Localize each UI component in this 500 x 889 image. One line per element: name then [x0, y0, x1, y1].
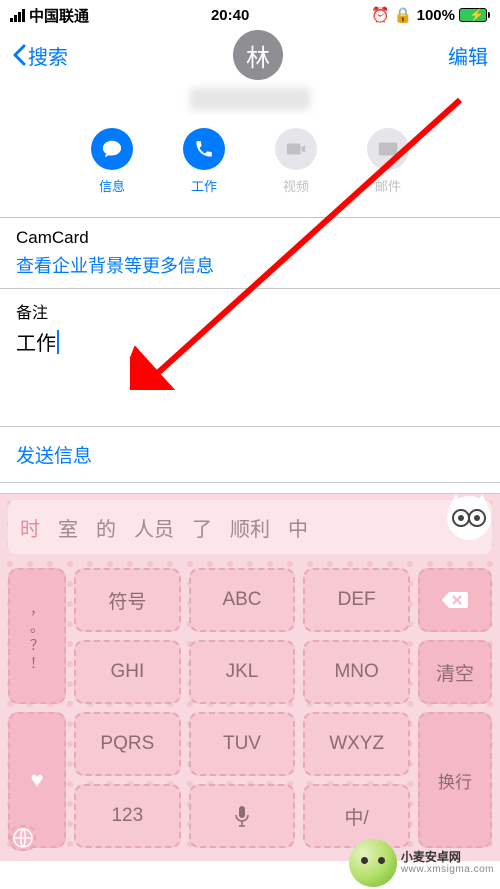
clear-key[interactable]: 清空 — [418, 640, 492, 704]
message-icon — [91, 128, 133, 170]
backspace-icon — [441, 590, 469, 610]
avatar-initial: 林 — [246, 38, 270, 73]
globe-icon — [12, 827, 34, 849]
candidate-item[interactable]: 顺利 — [230, 513, 270, 542]
abc-key[interactable]: ABC — [189, 568, 296, 632]
back-label: 搜索 — [28, 41, 68, 70]
contact-name-redacted — [190, 88, 310, 110]
camcard-section[interactable]: CamCard 查看企业背景等更多信息 — [0, 217, 500, 289]
message-button[interactable]: 信息 — [91, 128, 133, 195]
actions-row: 信息 工作 视频 邮件 — [0, 128, 500, 195]
message-label: 信息 — [99, 176, 125, 195]
call-button[interactable]: 工作 — [183, 128, 225, 195]
mascot-icon — [440, 488, 498, 546]
mail-button: 邮件 — [367, 128, 409, 195]
notes-label: 备注 — [16, 299, 484, 323]
phone-icon — [183, 128, 225, 170]
candidate-item[interactable]: 中 — [288, 513, 308, 542]
status-bar: 中国联通 20:40 ⏰ 🔒 100% ⚡ — [0, 0, 500, 30]
edit-button[interactable]: 编辑 — [448, 41, 488, 70]
mic-icon — [234, 805, 250, 827]
mail-icon — [367, 128, 409, 170]
watermark-logo — [349, 839, 397, 887]
alarm-icon: ⏰ — [371, 6, 390, 24]
punctuation-key[interactable]: ，。？！ — [8, 568, 66, 704]
send-message-label: 发送信息 — [16, 446, 92, 467]
nav-bar: 搜索 林 编辑 — [0, 30, 500, 80]
battery-pct: 100% — [417, 7, 455, 24]
candidate-item[interactable]: 室 — [58, 513, 78, 542]
candidate-item[interactable]: 人员 — [134, 513, 174, 542]
carrier-label: 中国联通 — [29, 5, 89, 26]
enter-key[interactable]: 换行 — [418, 712, 492, 848]
jkl-key[interactable]: JKL — [189, 640, 296, 704]
def-key[interactable]: DEF — [303, 568, 410, 632]
mail-label: 邮件 — [375, 176, 401, 195]
keyboard: 时 室 的 人员 了 顺利 中 ，。？！ 符号 ABC DEF GHI JKL … — [0, 493, 500, 861]
heart-icon: ♥ — [30, 767, 43, 793]
candidate-item[interactable]: 的 — [96, 513, 116, 542]
ghi-key[interactable]: GHI — [74, 640, 181, 704]
signal-icon — [10, 9, 25, 22]
pqrs-key[interactable]: PQRS — [74, 712, 181, 776]
watermark-name: 小麦安卓网 — [401, 850, 494, 864]
globe-key[interactable] — [10, 825, 36, 851]
chevron-left-icon — [12, 44, 26, 66]
number-key[interactable]: 123 — [74, 784, 181, 848]
battery-icon: ⚡ — [459, 8, 490, 22]
backspace-key[interactable] — [418, 568, 492, 632]
video-icon — [275, 128, 317, 170]
text-cursor — [57, 330, 59, 354]
camcard-link: 查看企业背景等更多信息 — [16, 252, 484, 278]
notes-section[interactable]: 备注 工作 — [0, 289, 500, 427]
notes-input[interactable]: 工作 — [16, 327, 484, 356]
voice-key[interactable] — [189, 784, 296, 848]
video-button: 视频 — [275, 128, 317, 195]
wxyz-key[interactable]: WXYZ — [303, 712, 410, 776]
send-message-row[interactable]: 发送信息 — [0, 427, 500, 483]
symbols-key[interactable]: 符号 — [74, 568, 181, 632]
orientation-lock-icon: 🔒 — [394, 6, 413, 24]
watermark: 小麦安卓网 www.xmsigma.com — [349, 839, 494, 887]
candidate-item[interactable]: 时 — [20, 513, 40, 542]
call-label: 工作 — [191, 176, 217, 195]
mno-key[interactable]: MNO — [303, 640, 410, 704]
camcard-title: CamCard — [16, 228, 484, 248]
candidate-item[interactable]: 了 — [192, 513, 212, 542]
candidate-bar: 时 室 的 人员 了 顺利 中 — [8, 500, 492, 554]
contact-avatar[interactable]: 林 — [233, 30, 283, 80]
clock: 20:40 — [211, 7, 249, 24]
tuv-key[interactable]: TUV — [189, 712, 296, 776]
back-button[interactable]: 搜索 — [12, 41, 68, 70]
video-label: 视频 — [283, 176, 309, 195]
notes-value: 工作 — [16, 327, 56, 356]
watermark-url: www.xmsigma.com — [401, 864, 494, 876]
